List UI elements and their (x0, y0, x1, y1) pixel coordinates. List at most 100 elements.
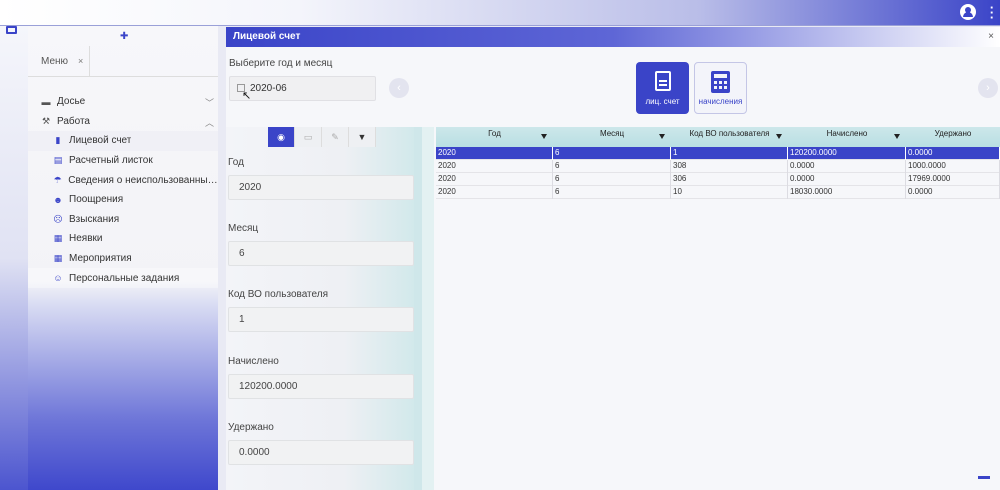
grid-header: Год Месяц Код ВО пользователя Начислено Удер… (436, 127, 1000, 147)
sidebar-item-label: Мероприятия (69, 253, 132, 265)
grid-splitter[interactable] (422, 127, 434, 490)
account-button[interactable]: лиц. счет (636, 62, 689, 114)
main-panel: Лицевой счет × Выберите год и месяц 2020… (226, 27, 1000, 490)
table-cell: 2020 (436, 160, 553, 173)
tab-menu-label: Меню (41, 55, 69, 67)
field-input[interactable]: 2020 (228, 175, 414, 200)
prev-arrow-button[interactable]: ‹ (389, 78, 409, 98)
sidebar-item[interactable]: ☻ Поощрения (28, 190, 218, 210)
period-select-label: Выберите год и месяц (229, 58, 333, 69)
chevron-icon[interactable]: ︿ (205, 116, 214, 129)
user-account-icon[interactable] (960, 4, 976, 20)
sidebar-item[interactable]: ▦ Неявки (28, 229, 218, 249)
tab-close-icon[interactable]: × (78, 56, 83, 66)
table-cell: 306 (671, 173, 788, 186)
column-header[interactable]: Код ВО пользователя (671, 127, 788, 147)
field-input[interactable]: 1 (228, 307, 414, 332)
table-row[interactable]: 2020 6 306 0.0000 17969.0000 (436, 173, 1000, 186)
column-header-label: Начислено (826, 129, 868, 138)
column-filter-icon[interactable] (659, 134, 665, 139)
sidebar-item-label: Взыскания (69, 213, 120, 225)
table-cell: 0.0000 (788, 173, 906, 186)
sidebar-item-label: Расчетный листок (69, 155, 153, 167)
calculator-icon (711, 70, 730, 93)
table-cell: 308 (671, 160, 788, 173)
period-value: 2020-06 (250, 83, 287, 94)
column-header[interactable]: Удержано (906, 127, 1000, 147)
column-header-label: Месяц (599, 129, 625, 138)
table-cell: 2020 (436, 147, 553, 160)
view-eye-icon[interactable]: ◉ (268, 127, 295, 147)
table-cell: 17969.0000 (906, 173, 1000, 186)
column-header[interactable]: Начислено (788, 127, 906, 147)
more-menu-icon[interactable]: · · · (988, 1, 996, 24)
sidebar-item[interactable]: ⚒ Работа ︿ (28, 112, 218, 132)
sidebar-item[interactable]: ☹ Взыскания (28, 210, 218, 230)
account-button-label: лиц. счет (645, 96, 680, 106)
sidebar-item-label: Поощрения (69, 194, 124, 206)
document-icon: ▮ (55, 135, 61, 146)
sidebar-item[interactable]: ☂ Сведения о неиспользованных д... (28, 170, 218, 190)
left-rail (0, 26, 28, 490)
sidebar-item[interactable]: ☺ Персональные задания (28, 268, 218, 288)
sidebar-item[interactable]: ▦ Мероприятия (28, 249, 218, 269)
edit-pencil-icon[interactable]: ✎ (322, 127, 349, 147)
table-row[interactable]: 2020 6 1 120200.0000 0.0000 (436, 147, 1000, 160)
hammer-icon: ⚒ (41, 115, 51, 126)
calendar-icon: ▦ (53, 233, 63, 244)
calendar-check-icon: ▦ (53, 253, 63, 264)
new-document-icon[interactable]: ▭ (295, 127, 322, 147)
column-filter-icon[interactable] (541, 134, 547, 139)
smile-icon: ☻ (53, 194, 63, 205)
field-input[interactable]: 6 (228, 241, 414, 266)
mouse-cursor-icon: ↖ (242, 90, 252, 102)
table-cell: 2020 (436, 173, 553, 186)
panel-title: Лицевой счет (233, 31, 301, 42)
tab-menu[interactable]: Меню × (28, 46, 90, 76)
sidebar-item[interactable]: ▤ Расчетный листок (28, 151, 218, 171)
column-filter-icon[interactable] (776, 134, 782, 139)
data-grid: Год Месяц Код ВО пользователя Начислено Удер… (422, 127, 1000, 490)
column-header[interactable]: Месяц (553, 127, 671, 147)
column-filter-icon[interactable] (894, 134, 900, 139)
user-gear-icon: ☺ (53, 273, 63, 284)
field-input[interactable]: 0.0000 (228, 440, 414, 465)
scroll-indicator[interactable] (978, 476, 990, 479)
sidebar-item-label: Лицевой счет (69, 135, 132, 147)
accruals-button[interactable]: начисления (694, 62, 747, 114)
chevron-icon[interactable]: ﹀ (205, 96, 214, 109)
table-row[interactable]: 2020 6 308 0.0000 1000.0000 (436, 160, 1000, 173)
column-header-label: Код ВО пользователя (689, 129, 770, 138)
field-label: Начислено (228, 356, 279, 367)
sidebar-item[interactable]: ▬ Досье ﹀ (28, 92, 218, 112)
field-input[interactable]: 120200.0000 (228, 374, 414, 399)
period-picker[interactable]: 2020-06 ↖ (229, 76, 376, 102)
table-cell: 6 (553, 160, 671, 173)
top-bar: · · · (0, 0, 1000, 25)
panel-close-icon[interactable]: × (988, 27, 994, 47)
accruals-button-label: начисления (698, 96, 743, 106)
sidebar-item[interactable]: ▮ Лицевой счет (28, 131, 218, 151)
table-cell: 10 (671, 186, 788, 199)
id-card-icon[interactable] (6, 26, 17, 34)
column-header[interactable]: Год (436, 127, 553, 147)
table-row[interactable]: 2020 6 10 18030.0000 0.0000 (436, 186, 1000, 199)
form-stripe (414, 127, 422, 490)
table-cell: 2020 (436, 186, 553, 199)
sidebar-item-label: Работа (57, 115, 90, 127)
filter-icon[interactable]: ▼ (349, 127, 376, 147)
table-cell: 6 (553, 147, 671, 160)
field-label: Год (228, 157, 244, 168)
pin-icon[interactable]: ✚ (120, 31, 128, 42)
next-arrow-button[interactable]: › (978, 78, 998, 98)
sidebar-nav: ▬ Досье ﹀ ⚒ Работа ︿ ▮ Лицевой счет ▤ Расчетный л… (28, 92, 218, 288)
archive-icon: ▬ (41, 96, 51, 107)
field-label: Код ВО пользователя (228, 289, 328, 300)
sidebar-item-label: Сведения о неиспользованных д... (68, 174, 218, 186)
table-cell: 6 (553, 186, 671, 199)
table-cell: 1 (671, 147, 788, 160)
field-label: Месяц (228, 223, 259, 234)
sidebar-item-label: Досье (57, 96, 86, 108)
column-header-label: Удержано (934, 129, 972, 138)
table-cell: 120200.0000 (788, 147, 906, 160)
